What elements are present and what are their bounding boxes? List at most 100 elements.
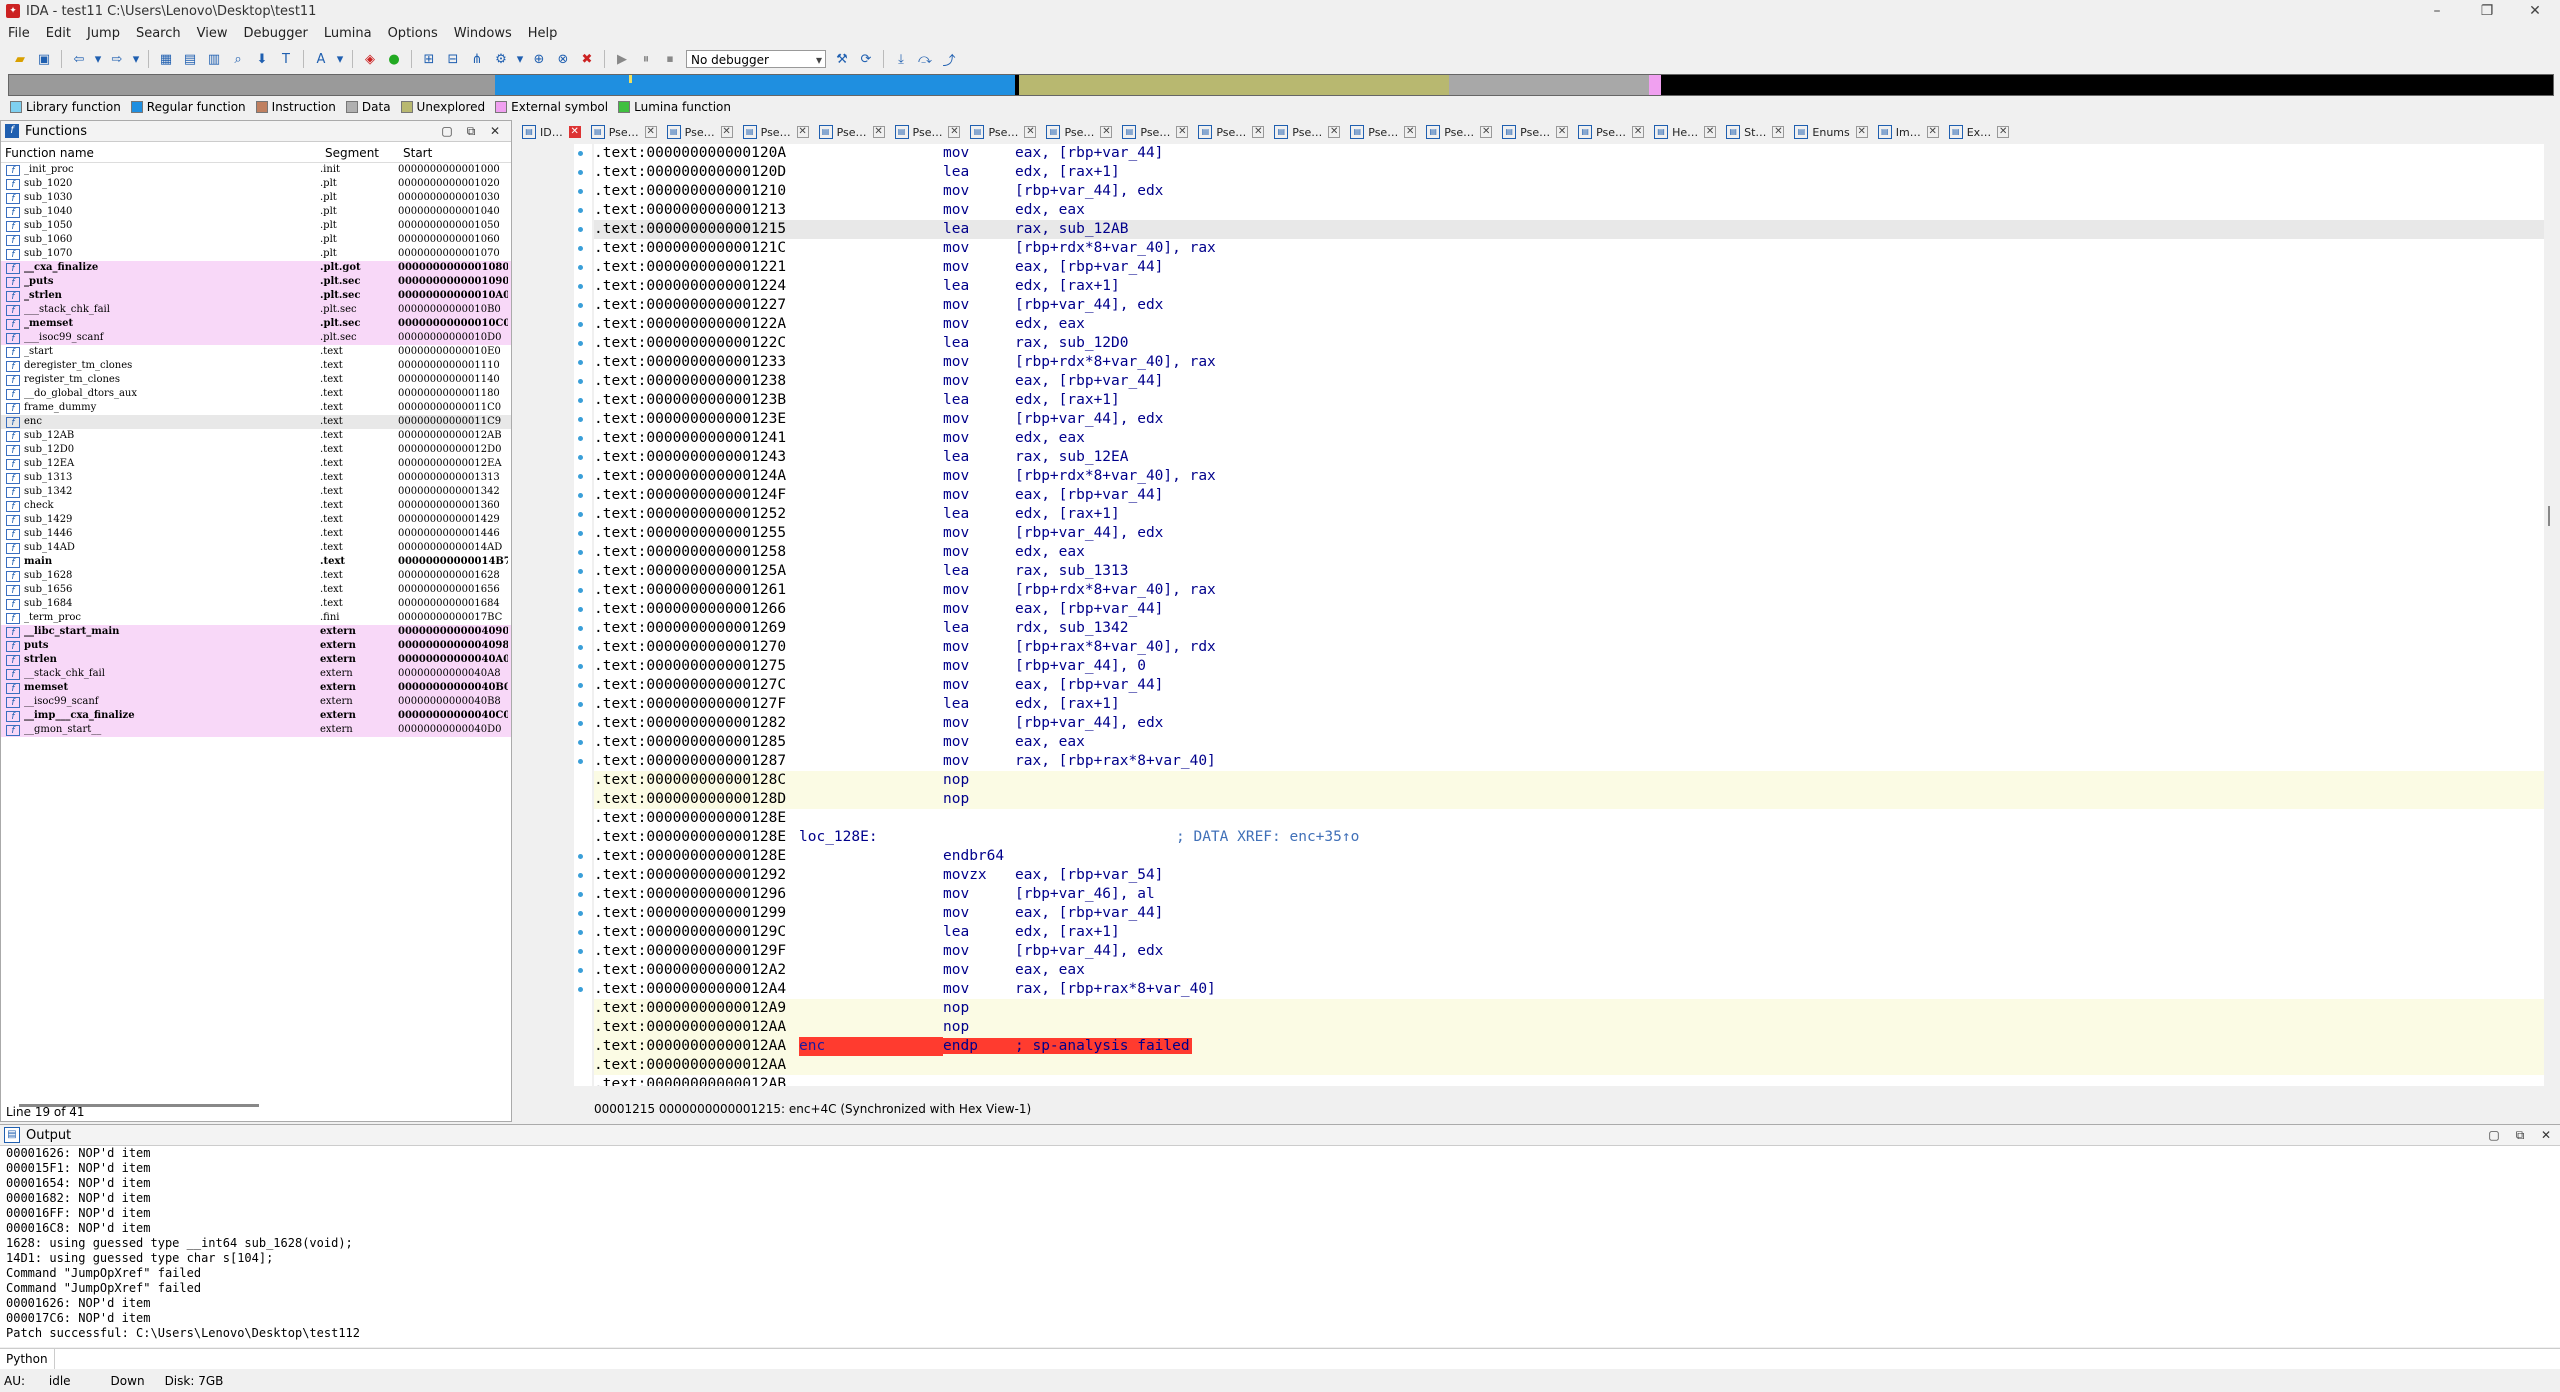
function-row[interactable]: f check .text 0000000000001360 — [1, 499, 511, 513]
disasm-line[interactable]: .text:000000000000127C mov eax, [rbp+var_4… — [594, 676, 2544, 695]
patch-icon[interactable]: ⊗ — [553, 49, 573, 69]
menu-search[interactable]: Search — [128, 26, 189, 41]
function-row[interactable]: f sub_1446 .text 0000000000001446 — [1, 527, 511, 541]
menu-view[interactable]: View — [189, 26, 236, 41]
view-tab[interactable]: ▤ Ex… ✕ — [1948, 125, 2010, 139]
tab-close-icon[interactable]: ✕ — [1176, 126, 1189, 138]
tab-close-icon[interactable]: ✕ — [796, 126, 809, 138]
tab-close-icon[interactable]: ✕ — [1997, 126, 2010, 138]
line-operands[interactable]: eax, [rbp+var_54] — [1015, 867, 1163, 883]
breakpoint-dot[interactable] — [578, 607, 583, 612]
disasm-line[interactable]: .text:00000000000012AA enc endp ; sp-analys… — [594, 1037, 2544, 1056]
disasm-line[interactable]: .text:000000000000120A mov eax, [rbp+var_4… — [594, 144, 2544, 163]
function-row[interactable]: f strlen extern 00000000000040A0 — [1, 653, 511, 667]
line-operands[interactable]: edx, [rax+1] — [1015, 392, 1120, 408]
line-operands[interactable]: eax, [rbp+var_44] — [1015, 487, 1163, 503]
disasm-line[interactable]: .text:000000000000124A mov [rbp+rdx*8+var_… — [594, 467, 2544, 486]
view-tab[interactable]: ▤ Pse… ✕ — [742, 125, 809, 139]
disasm-line[interactable]: .text:0000000000001221 mov eax, [rbp+var_4… — [594, 258, 2544, 277]
disasm-line[interactable]: .text:000000000000124F mov eax, [rbp+var_4… — [594, 486, 2544, 505]
line-operands[interactable]: edx, eax — [1015, 430, 1085, 446]
function-row[interactable]: f __stack_chk_fail extern 00000000000040A8 — [1, 667, 511, 681]
tab-close-icon[interactable]: ✕ — [1328, 126, 1341, 138]
view-tab[interactable]: ▤ Pse… ✕ — [1502, 125, 1569, 139]
line-operands[interactable]: [rbp+var_44], edx — [1015, 411, 1163, 427]
disasm-line[interactable]: .text:0000000000001224 lea edx, [rax+1] — [594, 277, 2544, 296]
line-operands[interactable]: rax, [rbp+rax*8+var_40] — [1015, 981, 1216, 997]
line-operands[interactable]: rax, [rbp+rax*8+var_40] — [1015, 753, 1216, 769]
breakpoint-dot[interactable] — [578, 151, 583, 156]
view-tab[interactable]: ▤ Pse… ✕ — [1046, 125, 1113, 139]
disasm-line[interactable]: .text:00000000000012A9 nop — [594, 999, 2544, 1018]
function-row[interactable]: f sub_1628 .text 0000000000001628 — [1, 569, 511, 583]
function-row[interactable]: f main .text 00000000000014B7 — [1, 555, 511, 569]
breakpoint-dot[interactable] — [578, 227, 583, 232]
breakpoint-dot[interactable] — [578, 987, 583, 992]
line-operands[interactable]: [rbp+rdx*8+var_40], rax — [1015, 468, 1216, 484]
breakpoint-dot[interactable] — [578, 759, 583, 764]
column-start[interactable]: Start — [399, 146, 509, 160]
line-operands[interactable]: [rbp+rax*8+var_40], rdx — [1015, 639, 1216, 655]
disasm-line[interactable]: .text:000000000000121C mov [rbp+rdx*8+var_… — [594, 239, 2544, 258]
line-operands[interactable]: edx, [rax+1] — [1015, 164, 1120, 180]
menu-options[interactable]: Options — [380, 26, 446, 41]
disassembly-view[interactable]: .text:000000000000120A mov eax, [rbp+var_4… — [594, 144, 2544, 1086]
line-operands[interactable]: rax, sub_12AB — [1015, 221, 1129, 237]
line-operands[interactable]: [rbp+rdx*8+var_40], rax — [1015, 240, 1216, 256]
disasm-line[interactable]: .text:0000000000001287 mov rax, [rbp+rax*8… — [594, 752, 2544, 771]
step-into-icon[interactable]: ⤓ — [891, 49, 911, 69]
line-operands[interactable]: edx, [rax+1] — [1015, 924, 1120, 940]
disasm-line[interactable]: .text:000000000000128E endbr64 — [594, 847, 2544, 866]
line-label[interactable]: loc_128E: — [799, 828, 943, 847]
xref-icon[interactable]: ⋔ — [467, 49, 487, 69]
disasm-line[interactable]: .text:000000000000128E loc_128E: ; DATA XR… — [594, 828, 2544, 847]
tab-close-icon[interactable]: ✕ — [1252, 126, 1265, 138]
tab-close-icon[interactable]: ✕ — [1024, 126, 1037, 138]
disasm-line[interactable]: .text:00000000000012AA — [594, 1056, 2544, 1075]
line-operands[interactable]: [rbp+var_46], al — [1015, 886, 1155, 902]
call-graph-icon[interactable]: ⊟ — [443, 49, 463, 69]
module-icon[interactable]: ⊕ — [529, 49, 549, 69]
disasm-line[interactable]: .text:000000000000129F mov [rbp+var_44], e… — [594, 942, 2544, 961]
function-row[interactable]: f __gmon_start__ extern 00000000000040D0 — [1, 723, 511, 737]
run-icon[interactable]: ▶ — [612, 49, 632, 69]
disasm-line[interactable]: .text:0000000000001296 mov [rbp+var_46], a… — [594, 885, 2544, 904]
disasm-line[interactable]: .text:0000000000001270 mov [rbp+rax*8+var_… — [594, 638, 2544, 657]
open-folder-icon[interactable]: ▰ — [10, 49, 30, 69]
disasm-line[interactable]: .text:000000000000128C nop — [594, 771, 2544, 790]
view-tab[interactable]: ▤ Enums ✕ — [1794, 125, 1868, 139]
function-row[interactable]: f sub_12D0 .text 00000000000012D0 — [1, 443, 511, 457]
disasm-line[interactable]: .text:000000000000123E mov [rbp+var_44], e… — [594, 410, 2544, 429]
breakpoint-dot[interactable] — [578, 740, 583, 745]
disasm-line[interactable]: .text:0000000000001299 mov eax, [rbp+var_4… — [594, 904, 2544, 923]
disasm-line[interactable]: .text:000000000000120D lea edx, [rax+1] — [594, 163, 2544, 182]
line-operands[interactable]: rax, sub_12D0 — [1015, 335, 1129, 351]
breakpoint-dot[interactable] — [578, 702, 583, 707]
disasm-line[interactable]: .text:000000000000125A lea rax, sub_1313 — [594, 562, 2544, 581]
save-icon[interactable]: ▣ — [34, 49, 54, 69]
breakpoint-dot[interactable] — [578, 474, 583, 479]
function-row[interactable]: f _puts .plt.sec 0000000000001090 — [1, 275, 511, 289]
pause-icon[interactable]: ⏸ — [636, 49, 656, 69]
breakpoint-dot[interactable] — [578, 379, 583, 384]
output-restore-icon[interactable]: ⧉ — [2510, 1125, 2530, 1145]
view-tab[interactable]: ▤ ID… ✕ — [522, 125, 581, 139]
disasm-line[interactable]: .text:0000000000001258 mov edx, eax — [594, 543, 2544, 562]
view-tab[interactable]: ▤ Pse… ✕ — [1274, 125, 1341, 139]
line-operands[interactable]: [rbp+rdx*8+var_40], rax — [1015, 582, 1216, 598]
function-row[interactable]: f __libc_start_main extern 0000000000004090 — [1, 625, 511, 639]
close-window-button[interactable]: ✕ — [2512, 0, 2558, 22]
disasm-line[interactable]: .text:0000000000001275 mov [rbp+var_44], 0 — [594, 657, 2544, 676]
line-operands[interactable]: [rbp+var_44], edx — [1015, 183, 1163, 199]
function-row[interactable]: f __cxa_finalize .plt.got 0000000000001080 — [1, 261, 511, 275]
function-row[interactable]: f _start .text 00000000000010E0 — [1, 345, 511, 359]
line-operands[interactable]: rax, sub_12EA — [1015, 449, 1129, 465]
search-icon[interactable]: ⌕ — [228, 49, 248, 69]
function-row[interactable]: f sub_1060 .plt 0000000000001060 — [1, 233, 511, 247]
tab-close-icon[interactable]: ✕ — [1556, 126, 1569, 138]
disasm-line[interactable]: .text:000000000000122C lea rax, sub_12D0 — [594, 334, 2544, 353]
function-row[interactable]: f _strlen .plt.sec 00000000000010A0 — [1, 289, 511, 303]
menu-debugger[interactable]: Debugger — [235, 26, 315, 41]
line-operands[interactable]: [rbp+var_44], 0 — [1015, 658, 1146, 674]
forward-dropdown-icon[interactable]: ▾ — [131, 49, 141, 69]
